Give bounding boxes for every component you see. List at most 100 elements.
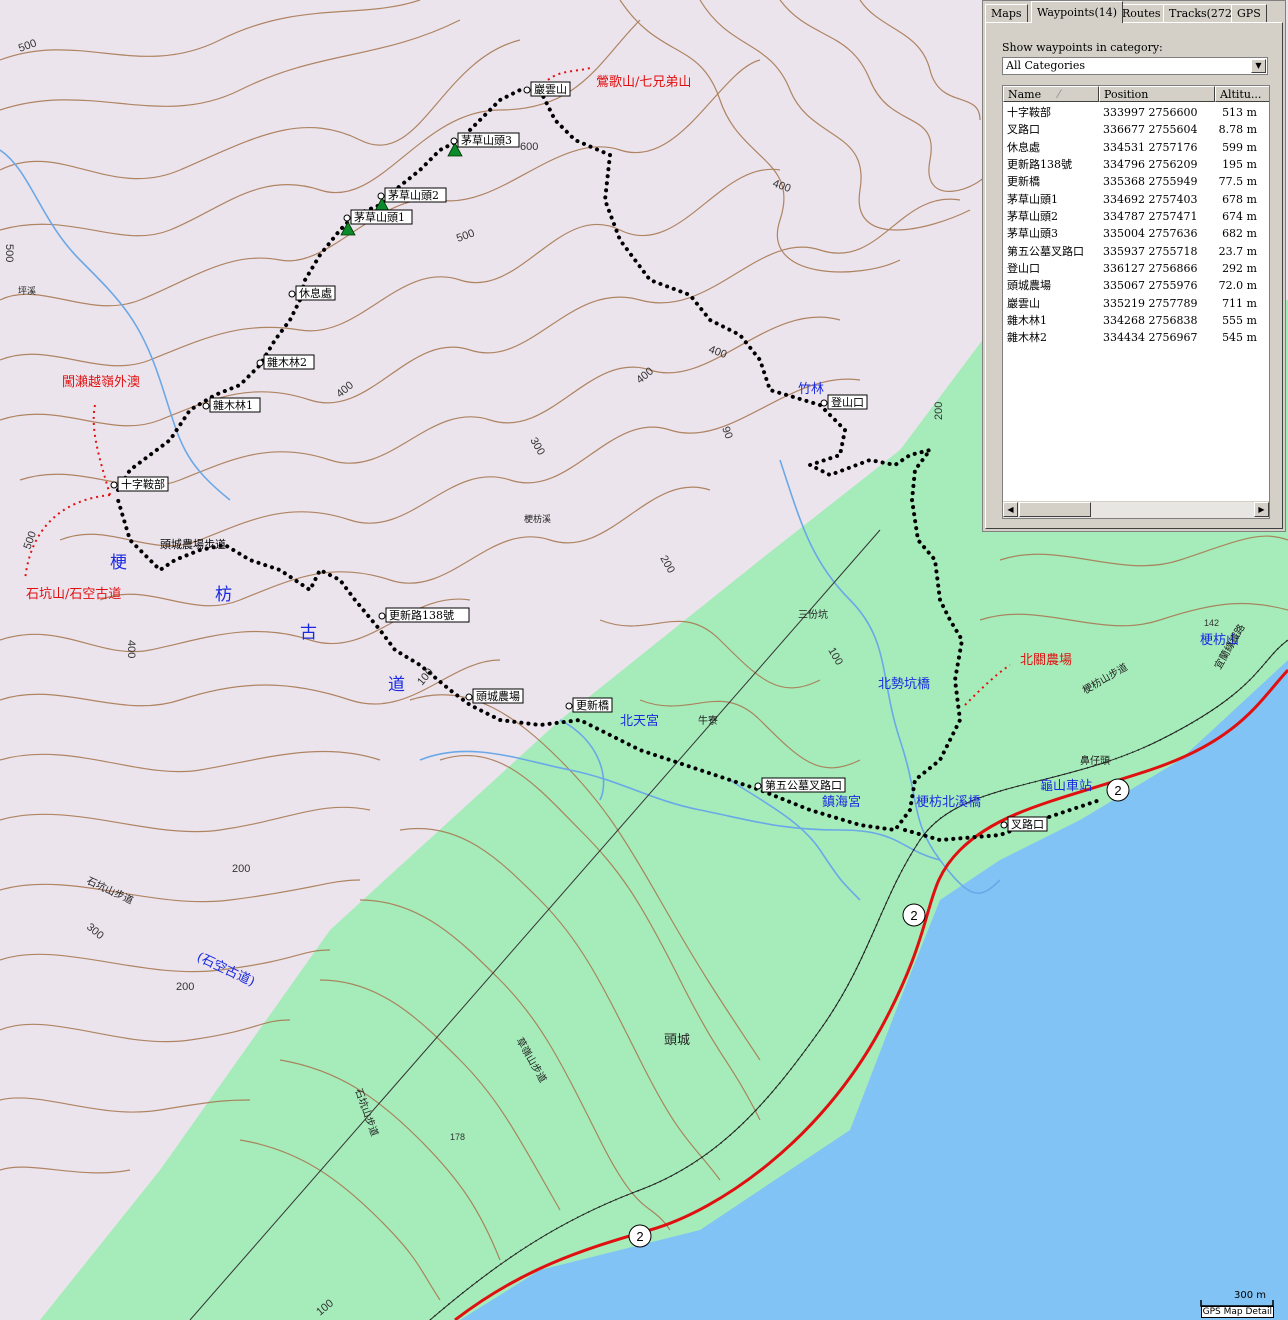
- waypoint-label[interactable]: 休息處: [299, 286, 332, 300]
- waypoint-row[interactable]: 茅草山頭2 334787 2757471 674 m: [1003, 208, 1269, 225]
- waypoint-row[interactable]: 雜木林2 334434 2756967 545 m: [1003, 329, 1269, 346]
- waypoint-marker[interactable]: [523, 86, 531, 94]
- waypoint-name: 茅草山頭3: [1007, 227, 1058, 241]
- waypoint-position: 334531 2757176: [1103, 140, 1198, 154]
- place-label: 龜山車站: [1040, 779, 1092, 794]
- scroll-right-icon[interactable]: ▶: [1254, 502, 1269, 517]
- waypoint-position: 336677 2755604: [1103, 123, 1198, 137]
- waypoint-label[interactable]: 頭城農場步道: [160, 537, 226, 551]
- column-altitude[interactable]: Altitu...: [1215, 86, 1269, 102]
- waypoint-row[interactable]: 第五公墓叉路口 335937 2755718 23.7 m: [1003, 243, 1269, 260]
- waypoint-label[interactable]: 巖雲山: [534, 82, 567, 96]
- waypoint-marker[interactable]: [465, 693, 473, 701]
- waypoint-label[interactable]: 登山口: [831, 395, 864, 409]
- place-label: 頭城: [664, 1033, 690, 1048]
- waypoint-row[interactable]: 頭城農場 335067 2755976 72.0 m: [1003, 277, 1269, 294]
- waypoint-label[interactable]: 叉路口: [1011, 818, 1044, 831]
- waypoint-row[interactable]: 茅草山頭3 335004 2757636 682 m: [1003, 225, 1269, 242]
- waypoint-label[interactable]: 茅草山頭3: [461, 134, 512, 147]
- place-label: 三份坑: [798, 608, 828, 621]
- tab-maps[interactable]: Maps: [985, 4, 1028, 22]
- contour-label: 200: [933, 402, 945, 420]
- direction-label: 石坑山/石空古道: [26, 587, 121, 602]
- waypoint-marker[interactable]: [256, 359, 264, 367]
- waypoint-altitude: 599 m: [1222, 140, 1257, 154]
- waypoint-marker[interactable]: [110, 481, 118, 489]
- waypoint-label[interactable]: 茅草山頭1: [354, 211, 405, 224]
- waypoint-marker[interactable]: [378, 612, 386, 620]
- waypoints-tab-body: Show waypoints in category: All Categori…: [985, 22, 1283, 529]
- dropdown-arrow-icon[interactable]: ▼: [1251, 59, 1266, 73]
- waypoint-row[interactable]: 更新路138號 334796 2756209 195 m: [1003, 156, 1269, 173]
- waypoint-position: 334434 2756967: [1103, 331, 1198, 345]
- tab-routes[interactable]: Routes: [1116, 4, 1167, 22]
- waypoint-label[interactable]: 第五公墓叉路口: [765, 778, 842, 792]
- waypoint-row[interactable]: 休息處 334531 2757176 599 m: [1003, 139, 1269, 156]
- scroll-left-icon[interactable]: ◀: [1003, 502, 1018, 517]
- waypoint-position: 334787 2757471: [1103, 210, 1198, 224]
- spot-height-label: 142: [1204, 618, 1219, 628]
- waypoint-altitude: 23.7 m: [1218, 244, 1257, 258]
- waypoint-marker[interactable]: [450, 137, 458, 145]
- scroll-thumb[interactable]: [1019, 502, 1091, 517]
- highway-shield-label: 2: [636, 1229, 643, 1244]
- waypoint-marker[interactable]: [820, 399, 828, 407]
- column-name[interactable]: Name ⁄: [1003, 86, 1099, 102]
- waypoint-marker[interactable]: [202, 402, 210, 410]
- contour-label: 200: [176, 981, 194, 993]
- waypoint-position: 334692 2757403: [1103, 192, 1198, 206]
- place-label: 梗: [110, 553, 127, 573]
- column-position[interactable]: Position: [1099, 86, 1215, 102]
- place-label: 梗枋溪: [524, 513, 551, 525]
- place-label: 道: [388, 675, 405, 695]
- contour-label: 200: [232, 863, 250, 875]
- waypoint-label[interactable]: 茅草山頭2: [388, 189, 439, 202]
- waypoint-name: 茅草山頭2: [1007, 210, 1058, 224]
- waypoint-label[interactable]: 頭城農場: [476, 689, 520, 703]
- waypoint-altitude: 711 m: [1222, 296, 1257, 310]
- waypoint-altitude: 72.0 m: [1218, 279, 1257, 293]
- waypoint-marker[interactable]: [565, 702, 573, 710]
- waypoint-row[interactable]: 更新橋 335368 2755949 77.5 m: [1003, 173, 1269, 190]
- waypoint-label[interactable]: 十字鞍部: [121, 477, 165, 491]
- waypoint-marker[interactable]: [1000, 821, 1008, 829]
- waypoint-row[interactable]: 茅草山頭1 334692 2757403 678 m: [1003, 191, 1269, 208]
- sort-icon: ⁄: [1058, 88, 1060, 101]
- waypoint-label[interactable]: 雜木林1: [213, 398, 253, 412]
- category-select[interactable]: All Categories ▼: [1002, 57, 1268, 75]
- waypoint-row[interactable]: 登山口 336127 2756866 292 m: [1003, 260, 1269, 277]
- waypoint-name: 更新橋: [1007, 175, 1040, 189]
- waypoint-marker[interactable]: [754, 782, 762, 790]
- waypoint-altitude: 513 m: [1222, 106, 1257, 119]
- waypoint-name: 更新路138號: [1007, 158, 1072, 172]
- waypoint-label[interactable]: 更新橋: [576, 698, 609, 712]
- place-label: 鼻仔頭: [1080, 754, 1110, 767]
- place-label: 北勢坑橋: [878, 677, 930, 692]
- highway-shield-label: 2: [910, 908, 917, 923]
- waypoint-label[interactable]: 更新路138號: [389, 608, 454, 622]
- waypoint-marker[interactable]: [288, 290, 296, 298]
- place-label: 北天宮: [620, 713, 659, 729]
- waypoint-name: 登山口: [1007, 262, 1040, 276]
- panel-tabs: Maps Waypoints(14) Routes Tracks(272) GP…: [983, 1, 1285, 23]
- horizontal-scrollbar[interactable]: ◀ ▶: [1003, 501, 1269, 518]
- waypoint-row[interactable]: 十字鞍部 333997 2756600 513 m: [1003, 104, 1269, 121]
- waypoint-marker[interactable]: [377, 192, 385, 200]
- waypoint-label[interactable]: 雜木林2: [267, 355, 307, 369]
- tab-gps[interactable]: GPS: [1231, 4, 1267, 22]
- waypoint-row[interactable]: 巖雲山 335219 2757789 711 m: [1003, 295, 1269, 312]
- waypoint-row[interactable]: 雜木林1 334268 2756838 555 m: [1003, 312, 1269, 329]
- waypoint-list: Name ⁄ Position Altitu... 十字鞍部 333997 2756…: [1002, 85, 1270, 519]
- waypoint-marker[interactable]: [343, 214, 351, 222]
- tab-waypoints[interactable]: Waypoints(14): [1031, 1, 1124, 23]
- waypoint-name: 休息處: [1007, 140, 1040, 154]
- waypoints-panel: Maps Waypoints(14) Routes Tracks(272) GP…: [982, 0, 1286, 532]
- waypoint-position: 335937 2755718: [1103, 244, 1198, 258]
- waypoint-name: 十字鞍部: [1007, 106, 1051, 119]
- waypoint-altitude: 8.78 m: [1218, 123, 1257, 137]
- waypoint-position: 333997 2756600: [1103, 106, 1198, 119]
- waypoint-position: 334268 2756838: [1103, 314, 1198, 328]
- waypoint-name: 頭城農場: [1007, 279, 1051, 293]
- waypoint-position: 335368 2755949: [1103, 175, 1198, 189]
- waypoint-row[interactable]: 叉路口 336677 2755604 8.78 m: [1003, 121, 1269, 138]
